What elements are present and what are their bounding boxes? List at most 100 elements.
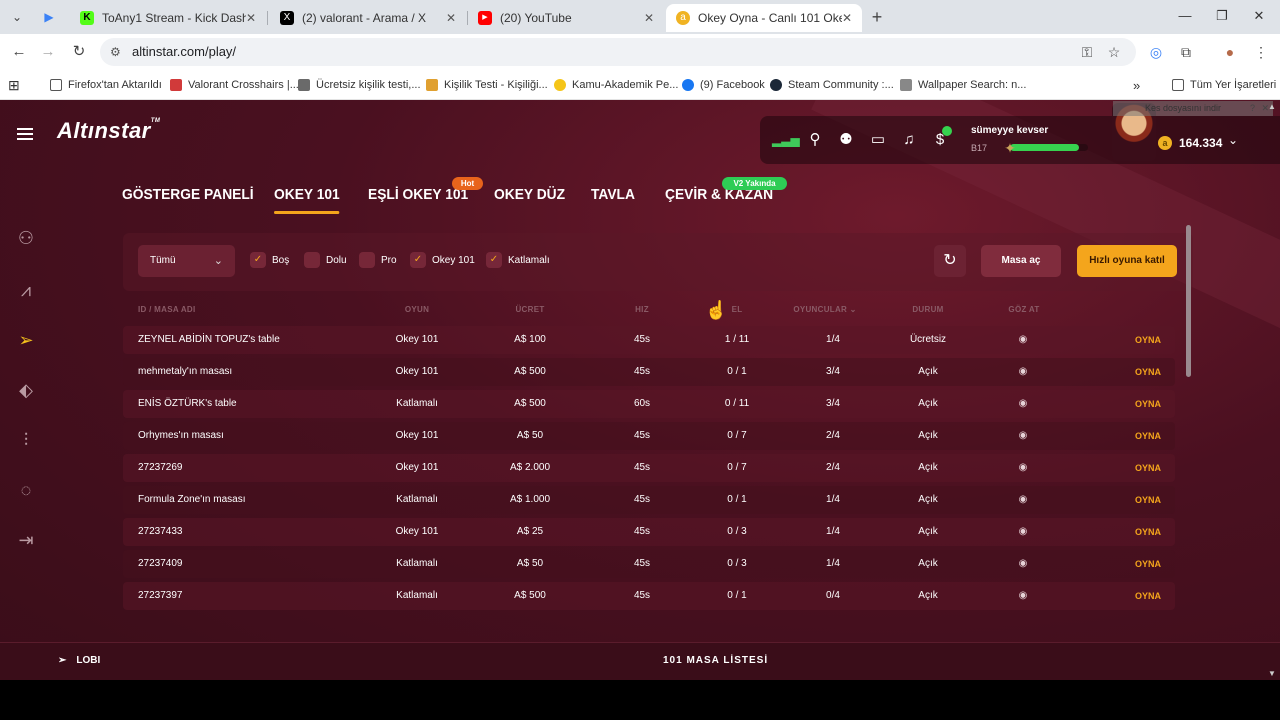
- table-row[interactable]: Formula Zone'ın masası Katlamalı A$ 1.000 4…: [123, 486, 1175, 514]
- filter-dolu[interactable]: Dolu: [304, 252, 347, 268]
- checkbox-icon[interactable]: [359, 252, 375, 268]
- table-row[interactable]: 27237409 Katlamalı A$ 50 45s 0 / 3 1/4 Açık ◉ OY…: [123, 550, 1175, 578]
- tab-search-icon[interactable]: ⌄: [8, 8, 26, 26]
- filter-bos[interactable]: ✓ Boş: [250, 252, 289, 268]
- close-tab-icon[interactable]: ✕: [842, 11, 852, 25]
- extensions-puzzle-icon[interactable]: ⧉: [1177, 43, 1195, 61]
- table-scrollbar[interactable]: [1186, 225, 1191, 377]
- tab-okey-101[interactable]: OKEY 101: [274, 186, 341, 214]
- stats-icon[interactable]: ⩘: [14, 278, 38, 302]
- new-tab-icon[interactable]: +: [868, 8, 886, 26]
- headset-icon[interactable]: ◌: [14, 478, 38, 502]
- settings-sliders-icon[interactable]: ⫶: [14, 428, 38, 452]
- music-icon[interactable]: ♫: [899, 130, 919, 150]
- bookmark-item[interactable]: Ücretsiz kişilik testi,...: [298, 76, 421, 94]
- lobby-send-icon[interactable]: ➢: [14, 328, 38, 352]
- checkbox-checked-icon[interactable]: ✓: [486, 252, 502, 268]
- quick-join-button[interactable]: Hızlı oyuna katıl: [1077, 245, 1177, 277]
- browser-tab-kick[interactable]: K ToAny1 Stream - Kick Dashboar ✕: [70, 4, 266, 32]
- col-header[interactable]: DURUM: [912, 305, 943, 314]
- filter-okey-101[interactable]: ✓ Okey 101: [410, 252, 475, 268]
- play-button[interactable]: OYNA: [1135, 486, 1161, 514]
- page-scrollbar[interactable]: ▲ ▼: [1268, 100, 1278, 680]
- checkbox-icon[interactable]: [304, 252, 320, 268]
- minimize-icon[interactable]: —: [1175, 8, 1195, 23]
- lobby-button[interactable]: ➢ LOBI: [58, 655, 100, 666]
- close-tab-icon[interactable]: ✕: [644, 11, 654, 25]
- chevron-down-icon[interactable]: ⌄: [1228, 133, 1238, 147]
- bookmark-item[interactable]: (9) Facebook: [682, 76, 765, 94]
- table-row[interactable]: ENİS ÖZTÜRK's table Katlamalı A$ 500 60s 0 /…: [123, 390, 1175, 418]
- eye-icon[interactable]: ◉: [1019, 454, 1028, 482]
- col-header[interactable]: EL: [732, 305, 743, 314]
- play-button[interactable]: OYNA: [1135, 582, 1161, 610]
- col-header[interactable]: ÜCRET: [515, 305, 544, 314]
- all-bookmarks[interactable]: Tüm Yer İşaretleri: [1172, 76, 1276, 94]
- refresh-icon[interactable]: ↻: [934, 245, 966, 277]
- checkbox-checked-icon[interactable]: ✓: [410, 252, 426, 268]
- eye-icon[interactable]: ◉: [1019, 422, 1028, 450]
- filter-pro[interactable]: Pro: [359, 252, 397, 268]
- extension-circle-icon[interactable]: ◎: [1147, 43, 1165, 61]
- table-row[interactable]: Orhymes'ın masası Okey 101 A$ 50 45s 0 / 7 2/…: [123, 422, 1175, 450]
- tab-okey-duz[interactable]: OKEY DÜZ: [494, 186, 565, 203]
- close-tab-icon[interactable]: ✕: [446, 11, 456, 25]
- reload-icon[interactable]: ↻: [70, 43, 88, 61]
- play-button[interactable]: OYNA: [1135, 326, 1161, 354]
- maximize-icon[interactable]: ❐: [1212, 8, 1232, 24]
- eye-icon[interactable]: ◉: [1019, 390, 1028, 418]
- table-row[interactable]: 27237433 Okey 101 A$ 25 45s 0 / 3 1/4 Açık ◉ OYN…: [123, 518, 1175, 546]
- bookmark-item[interactable]: Kamu-Akademik Pe...: [554, 76, 678, 94]
- game-type-select[interactable]: Tümü ⌄: [138, 245, 235, 277]
- search-icon[interactable]: ⚲: [805, 130, 825, 150]
- browser-tab-altinstar[interactable]: a Okey Oyna - Canlı 101 Okey ve ✕: [666, 4, 862, 32]
- logout-icon[interactable]: ⇥: [14, 528, 38, 552]
- tab-gosterge-paneli[interactable]: GÖSTERGE PANELİ: [122, 186, 254, 203]
- chat-icon[interactable]: ▭: [868, 130, 888, 150]
- eye-icon[interactable]: ◉: [1019, 486, 1028, 514]
- play-button[interactable]: OYNA: [1135, 550, 1161, 578]
- col-header[interactable]: ID / MASA ADI: [138, 305, 196, 314]
- play-button[interactable]: OYNA: [1135, 390, 1161, 418]
- apps-grid-icon[interactable]: ⊞: [8, 76, 20, 94]
- password-key-icon[interactable]: ⚿: [1078, 43, 1096, 61]
- profile-avatar-icon[interactable]: ●: [1221, 43, 1239, 61]
- close-window-icon[interactable]: ✕: [1249, 8, 1269, 24]
- tab-esli-okey-101[interactable]: EŞLİ OKEY 101: [368, 186, 468, 203]
- back-icon[interactable]: ←: [10, 43, 28, 61]
- friends-icon[interactable]: ⚉: [836, 130, 856, 150]
- eye-icon[interactable]: ◉: [1019, 358, 1028, 386]
- eye-icon[interactable]: ◉: [1019, 518, 1028, 546]
- bookmark-item[interactable]: Wallpaper Search: n...: [900, 76, 1026, 94]
- create-table-button[interactable]: Masa aç: [981, 245, 1061, 277]
- col-header[interactable]: HIZ: [635, 305, 649, 314]
- play-button[interactable]: OYNA: [1135, 518, 1161, 546]
- help-icon[interactable]: ?: [1250, 101, 1255, 116]
- bookmark-item[interactable]: Kişilik Testi - Kişiliği...: [426, 76, 548, 94]
- altinstar-logo[interactable]: AltınstarTM: [57, 118, 160, 144]
- col-header-sortable[interactable]: OYUNCULAR ⌄: [793, 305, 856, 314]
- bookmark-star-icon[interactable]: ☆: [1105, 43, 1123, 61]
- tab-tavla[interactable]: TAVLA: [591, 186, 635, 203]
- table-row[interactable]: 27237397 Katlamalı A$ 500 45s 0 / 1 0/4 Açık ◉ O…: [123, 582, 1175, 610]
- tag-icon[interactable]: ⬖: [14, 378, 38, 402]
- play-button[interactable]: OYNA: [1135, 454, 1161, 482]
- url-field[interactable]: ⚙ altinstar.com/play/: [100, 38, 1136, 66]
- browser-tab-youtube[interactable]: ▶ (20) YouTube ✕: [468, 4, 664, 32]
- checkbox-checked-icon[interactable]: ✓: [250, 252, 266, 268]
- bookmark-item[interactable]: Steam Community :...: [770, 76, 894, 94]
- close-tab-icon[interactable]: ✕: [246, 11, 256, 25]
- play-button[interactable]: OYNA: [1135, 422, 1161, 450]
- eye-icon[interactable]: ◉: [1019, 582, 1028, 610]
- pinned-tab-icon[interactable]: ▶: [40, 8, 58, 26]
- bookmark-item[interactable]: Firefox'tan Aktarıldı: [50, 76, 162, 94]
- browser-tab-x[interactable]: X (2) valorant - Arama / X ✕: [270, 4, 466, 32]
- forward-icon[interactable]: →: [39, 43, 57, 61]
- table-row[interactable]: 27237269 Okey 101 A$ 2.000 45s 0 / 7 2/4 Açık ◉…: [123, 454, 1175, 482]
- col-header[interactable]: GÖZ AT: [1008, 305, 1039, 314]
- site-info-icon[interactable]: ⚙: [110, 38, 121, 66]
- table-row[interactable]: mehmetaly'ın masası Okey 101 A$ 500 45s 0 / …: [123, 358, 1175, 386]
- eye-icon[interactable]: ◉: [1019, 550, 1028, 578]
- col-header[interactable]: OYUN: [405, 305, 429, 314]
- filter-katlamali[interactable]: ✓ Katlamalı: [486, 252, 550, 268]
